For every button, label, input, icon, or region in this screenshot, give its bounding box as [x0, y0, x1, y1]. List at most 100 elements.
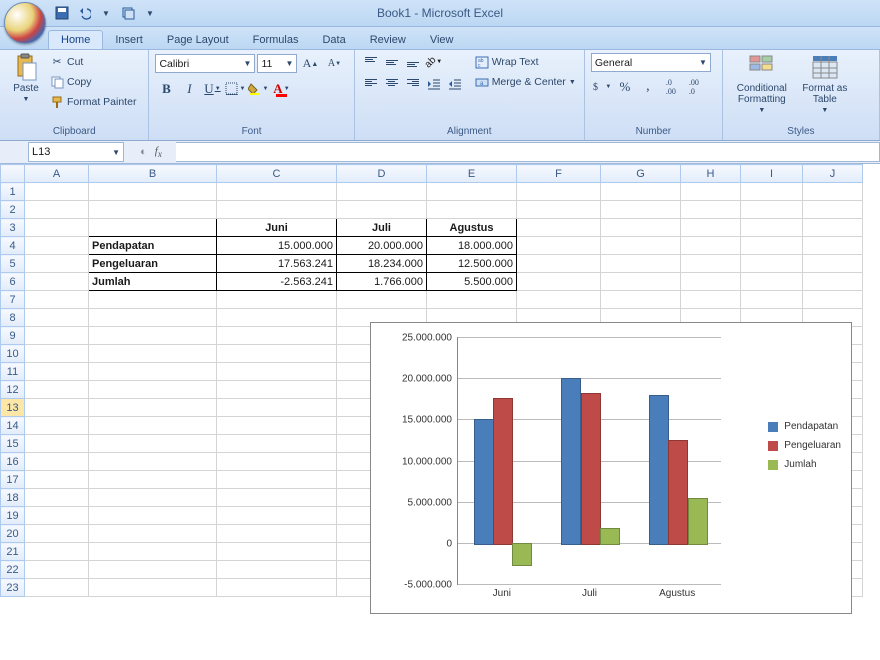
number-format-dropdown[interactable]: General▼ [591, 53, 711, 72]
cell-A11[interactable] [25, 363, 89, 381]
cell-A15[interactable] [25, 435, 89, 453]
cell-E2[interactable] [427, 201, 517, 219]
cell-A2[interactable] [25, 201, 89, 219]
cell-H6[interactable] [681, 273, 741, 291]
row-header-19[interactable]: 19 [1, 507, 25, 525]
merge-center-button[interactable]: aMerge & Center ▼ [475, 73, 576, 91]
cell-A3[interactable] [25, 219, 89, 237]
conditional-formatting-button[interactable]: Conditional Formatting▼ [729, 53, 795, 114]
cell-A21[interactable] [25, 543, 89, 561]
row-header-4[interactable]: 4 [1, 237, 25, 255]
accounting-format-button[interactable]: $▼ [591, 76, 613, 97]
qat-dropdown-icon[interactable]: ▼ [98, 5, 114, 21]
cell-G1[interactable] [601, 183, 681, 201]
cell-D5[interactable]: 18.234.000 [337, 255, 427, 273]
worksheet[interactable]: ABCDEFGHIJ123JuniJuliAgustus4Pendapatan1… [0, 164, 880, 660]
cell-F4[interactable] [517, 237, 601, 255]
cell-F2[interactable] [517, 201, 601, 219]
cell-A12[interactable] [25, 381, 89, 399]
cell-C4[interactable]: 15.000.000 [217, 237, 337, 255]
cell-J4[interactable] [803, 237, 863, 255]
cell-D1[interactable] [337, 183, 427, 201]
cell-E1[interactable] [427, 183, 517, 201]
select-all-corner[interactable] [1, 165, 25, 183]
cell-J1[interactable] [803, 183, 863, 201]
cell-B16[interactable] [89, 453, 217, 471]
cell-A8[interactable] [25, 309, 89, 327]
cell-A14[interactable] [25, 417, 89, 435]
cell-B7[interactable] [89, 291, 217, 309]
cell-H1[interactable] [681, 183, 741, 201]
office-button[interactable] [4, 2, 46, 44]
cell-C8[interactable] [217, 309, 337, 327]
cell-E4[interactable]: 18.000.000 [427, 237, 517, 255]
font-name-dropdown[interactable]: Calibri▼ [155, 54, 255, 73]
cell-D7[interactable] [337, 291, 427, 309]
cell-A23[interactable] [25, 579, 89, 597]
cell-B18[interactable] [89, 489, 217, 507]
cell-D4[interactable]: 20.000.000 [337, 237, 427, 255]
wrap-text-button[interactable]: abcWrap Text [475, 53, 576, 71]
orientation-button[interactable]: ab▼ [424, 53, 444, 71]
tab-page-layout[interactable]: Page Layout [155, 31, 241, 49]
cell-J2[interactable] [803, 201, 863, 219]
cell-B1[interactable] [89, 183, 217, 201]
cell-C23[interactable] [217, 579, 337, 597]
cell-G5[interactable] [601, 255, 681, 273]
cell-H3[interactable] [681, 219, 741, 237]
cell-A18[interactable] [25, 489, 89, 507]
cell-A1[interactable] [25, 183, 89, 201]
cell-C20[interactable] [217, 525, 337, 543]
cell-A22[interactable] [25, 561, 89, 579]
fx-icon[interactable]: fx [155, 145, 162, 159]
col-header-J[interactable]: J [803, 165, 863, 183]
row-header-23[interactable]: 23 [1, 579, 25, 597]
cell-A6[interactable] [25, 273, 89, 291]
cell-A16[interactable] [25, 453, 89, 471]
row-header-2[interactable]: 2 [1, 201, 25, 219]
cell-J6[interactable] [803, 273, 863, 291]
cell-C11[interactable] [217, 363, 337, 381]
cell-C3[interactable]: Juni [217, 219, 337, 237]
cell-I2[interactable] [741, 201, 803, 219]
undo-icon[interactable] [76, 5, 92, 21]
cell-C1[interactable] [217, 183, 337, 201]
cell-E6[interactable]: 5.500.000 [427, 273, 517, 291]
cell-C7[interactable] [217, 291, 337, 309]
col-header-H[interactable]: H [681, 165, 741, 183]
row-header-18[interactable]: 18 [1, 489, 25, 507]
cell-I1[interactable] [741, 183, 803, 201]
cell-A9[interactable] [25, 327, 89, 345]
copy-button[interactable]: Copy [50, 73, 136, 91]
col-header-F[interactable]: F [517, 165, 601, 183]
font-color-button[interactable]: A▼ [270, 78, 292, 99]
col-header-B[interactable]: B [89, 165, 217, 183]
cell-H4[interactable] [681, 237, 741, 255]
cell-B3[interactable] [89, 219, 217, 237]
row-header-1[interactable]: 1 [1, 183, 25, 201]
cell-I3[interactable] [741, 219, 803, 237]
cell-G7[interactable] [601, 291, 681, 309]
format-painter-button[interactable]: Format Painter [50, 93, 136, 111]
row-header-8[interactable]: 8 [1, 309, 25, 327]
cell-C13[interactable] [217, 399, 337, 417]
row-header-16[interactable]: 16 [1, 453, 25, 471]
cell-B2[interactable] [89, 201, 217, 219]
cell-G3[interactable] [601, 219, 681, 237]
cell-B17[interactable] [89, 471, 217, 489]
italic-button[interactable]: I [178, 78, 200, 99]
cell-E5[interactable]: 12.500.000 [427, 255, 517, 273]
underline-button[interactable]: U▼ [201, 78, 223, 99]
tab-formulas[interactable]: Formulas [241, 31, 311, 49]
cell-C14[interactable] [217, 417, 337, 435]
cell-J7[interactable] [803, 291, 863, 309]
cell-G2[interactable] [601, 201, 681, 219]
percent-button[interactable]: % [614, 76, 636, 97]
cell-B23[interactable] [89, 579, 217, 597]
cell-C22[interactable] [217, 561, 337, 579]
row-header-6[interactable]: 6 [1, 273, 25, 291]
tab-data[interactable]: Data [310, 31, 357, 49]
align-top-button[interactable] [361, 53, 381, 71]
cell-D6[interactable]: 1.766.000 [337, 273, 427, 291]
tab-insert[interactable]: Insert [103, 31, 155, 49]
